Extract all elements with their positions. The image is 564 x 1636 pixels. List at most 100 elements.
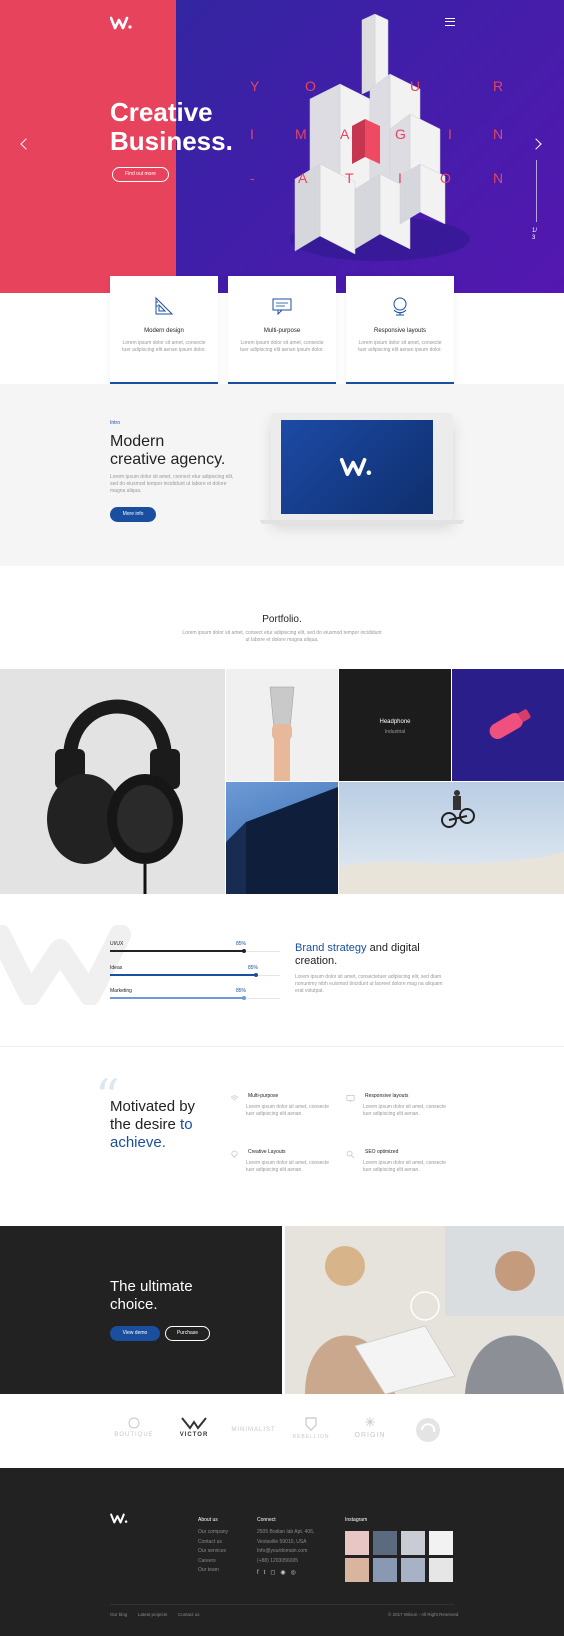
feature-title: Modern design <box>144 328 184 334</box>
choice-title: The ultimate choice. <box>110 1278 193 1313</box>
portfolio-title: Portfolio. <box>262 614 302 625</box>
instagram-icon[interactable]: ◻ <box>270 1570 280 1576</box>
footer-divider <box>110 1604 454 1605</box>
swirl-logo-icon <box>416 1418 440 1442</box>
pink-bottle-image <box>489 709 531 739</box>
footer-link[interactable]: Contact us <box>198 1538 228 1548</box>
boutique-logo-icon <box>128 1417 140 1429</box>
portfolio-item-bottle[interactable] <box>452 669 564 781</box>
instagram-thumb[interactable] <box>345 1531 369 1555</box>
feature-card-multi-purpose: Multi-purpose Lorem ipsum dolor sit amet… <box>228 276 336 384</box>
service-title: Multi-purpose <box>248 1093 279 1099</box>
client-logo-rebellion: REBELLION <box>292 1434 330 1440</box>
footer-email-link[interactable]: Info@yourdomain.com <box>257 1547 314 1557</box>
brand-title: Brand strategy and digital creation. <box>295 942 420 967</box>
view-demo-button[interactable]: View demo <box>110 1326 160 1341</box>
more-info-button[interactable]: More info <box>110 507 156 522</box>
skill-bar-uiux <box>110 950 244 952</box>
magnifier-icon <box>346 1150 355 1159</box>
motivated-title: Motivated by the desire to achieve. <box>110 1098 196 1151</box>
facebook-icon[interactable]: f <box>257 1570 264 1576</box>
headphones-image <box>47 699 183 894</box>
instagram-thumb[interactable] <box>429 1531 453 1555</box>
instagram-thumb[interactable] <box>429 1558 453 1582</box>
feature-title: Multi-purpose <box>263 328 301 334</box>
portfolio-item-bmx[interactable] <box>339 782 564 894</box>
intro-title: Modern creative agency. <box>110 433 226 468</box>
tagline-row-3: - <box>250 170 256 186</box>
feature-card-responsive-layouts: Responsive layouts Lorem ipsum dolor sit… <box>346 276 454 384</box>
portfolio-item-building[interactable] <box>226 782 338 894</box>
footer-link[interactable]: Our services <box>198 1547 228 1557</box>
client-logo-victor: VICTOR <box>179 1432 209 1438</box>
copyright: © 2017 Wilson - All Right Reserved <box>388 1612 459 1617</box>
skill-label: UI/UX <box>110 941 124 947</box>
footer-bottom-link[interactable]: Latest projects <box>138 1612 167 1617</box>
divider <box>0 1046 564 1047</box>
hero-section: Y O U R I M A G I N - A T I O N Creative… <box>0 0 564 293</box>
brand-logo-screen <box>339 458 372 476</box>
skill-bar-marketing <box>110 997 244 999</box>
purchase-button[interactable]: Purchase <box>165 1326 210 1341</box>
skill-label: Marketing <box>110 988 132 994</box>
instagram-thumb[interactable] <box>373 1531 397 1555</box>
ruler-triangle-icon <box>155 296 174 315</box>
laptop-base <box>260 520 464 524</box>
intro-desc: Lorem ipsum dolor sit amet, connect etur… <box>110 474 234 494</box>
footer-link[interactable]: Our team <box>198 1566 228 1576</box>
chat-bubble-icon <box>272 298 292 316</box>
laptop-screen <box>281 420 433 514</box>
instagram-thumb[interactable] <box>401 1558 425 1582</box>
portfolio-item-cup[interactable] <box>226 669 338 781</box>
brand-desc: Lorem ipsum dolor sit amet, consectetuer… <box>295 974 443 994</box>
metal-cup-image <box>269 686 295 781</box>
portfolio-item-headphones[interactable] <box>0 669 225 894</box>
features-row: Modern design Lorem ipsum dolor sit amet… <box>110 276 454 384</box>
portfolio-featured-category: Industrial <box>384 729 406 735</box>
isometric-city-illustration <box>290 14 470 261</box>
service-desc: Lorem ipsum dolor sit amet, consecte tue… <box>363 1104 447 1117</box>
slider-pager: 1/ 3 <box>532 228 538 241</box>
skill-handle <box>242 996 246 1000</box>
origin-logo-icon <box>365 1417 375 1427</box>
service-desc: Lorem ipsum dolor sit amet, consecte tue… <box>363 1160 447 1173</box>
brand-logo[interactable] <box>110 16 132 30</box>
service-desc: Lorem ipsum dolor sit amet, consecte tue… <box>246 1160 330 1173</box>
slider-next-arrow-icon[interactable] <box>530 138 542 150</box>
instagram-thumb[interactable] <box>373 1558 397 1582</box>
globe-icon <box>393 297 407 316</box>
feature-title: Responsive layouts <box>373 328 427 334</box>
footer-link[interactable]: Our company <box>198 1528 228 1538</box>
feature-desc: Lorem ipsum dolor sit amet, consecte tue… <box>358 340 442 353</box>
skill-handle <box>242 949 246 953</box>
intro-label: Intro <box>110 420 121 426</box>
footer-about-title: About us <box>198 1517 218 1523</box>
skill-percent: 85% <box>248 965 259 971</box>
skill-label: Ideas <box>110 965 123 971</box>
building-image <box>226 787 338 894</box>
team-photo-image <box>285 1226 564 1394</box>
footer-bottom-link[interactable]: Our blog <box>110 1612 127 1617</box>
find-out-more-button[interactable]: Find out more <box>112 167 169 182</box>
client-logo-minimalist: MINIMALIST <box>231 1427 276 1433</box>
wifi-icon <box>230 1095 239 1101</box>
pinterest-icon[interactable]: ◉ <box>280 1570 290 1576</box>
instagram-thumb[interactable] <box>401 1531 425 1555</box>
footer-link[interactable]: Careers <box>198 1557 228 1567</box>
footer-logo[interactable] <box>110 1513 128 1524</box>
rebellion-logo-icon <box>305 1417 317 1431</box>
dribbble-icon[interactable]: ◎ <box>291 1570 301 1576</box>
hamburger-menu-icon[interactable] <box>445 18 455 26</box>
skill-percent: 85% <box>236 988 247 994</box>
bmx-rider-image <box>339 790 564 894</box>
slider-progress-line <box>536 160 537 222</box>
skill-percent: 85% <box>236 941 247 947</box>
instagram-thumb[interactable] <box>345 1558 369 1582</box>
footer-connect-info: 2505 Bodian lab Apt. 406, Vestaville 590… <box>257 1529 315 1564</box>
portfolio-desc: Lorem ipsum dolor sit amet, consect etur… <box>182 630 382 643</box>
service-desc: Lorem ipsum dolor sit amet, consecte tue… <box>246 1104 330 1117</box>
client-logo-origin: ORIGIN <box>354 1432 386 1439</box>
footer-connect-title: Connect <box>257 1517 276 1523</box>
portfolio-item-featured[interactable]: Headphone Industrial <box>339 669 451 781</box>
footer-bottom-link[interactable]: Contact us <box>178 1612 200 1617</box>
